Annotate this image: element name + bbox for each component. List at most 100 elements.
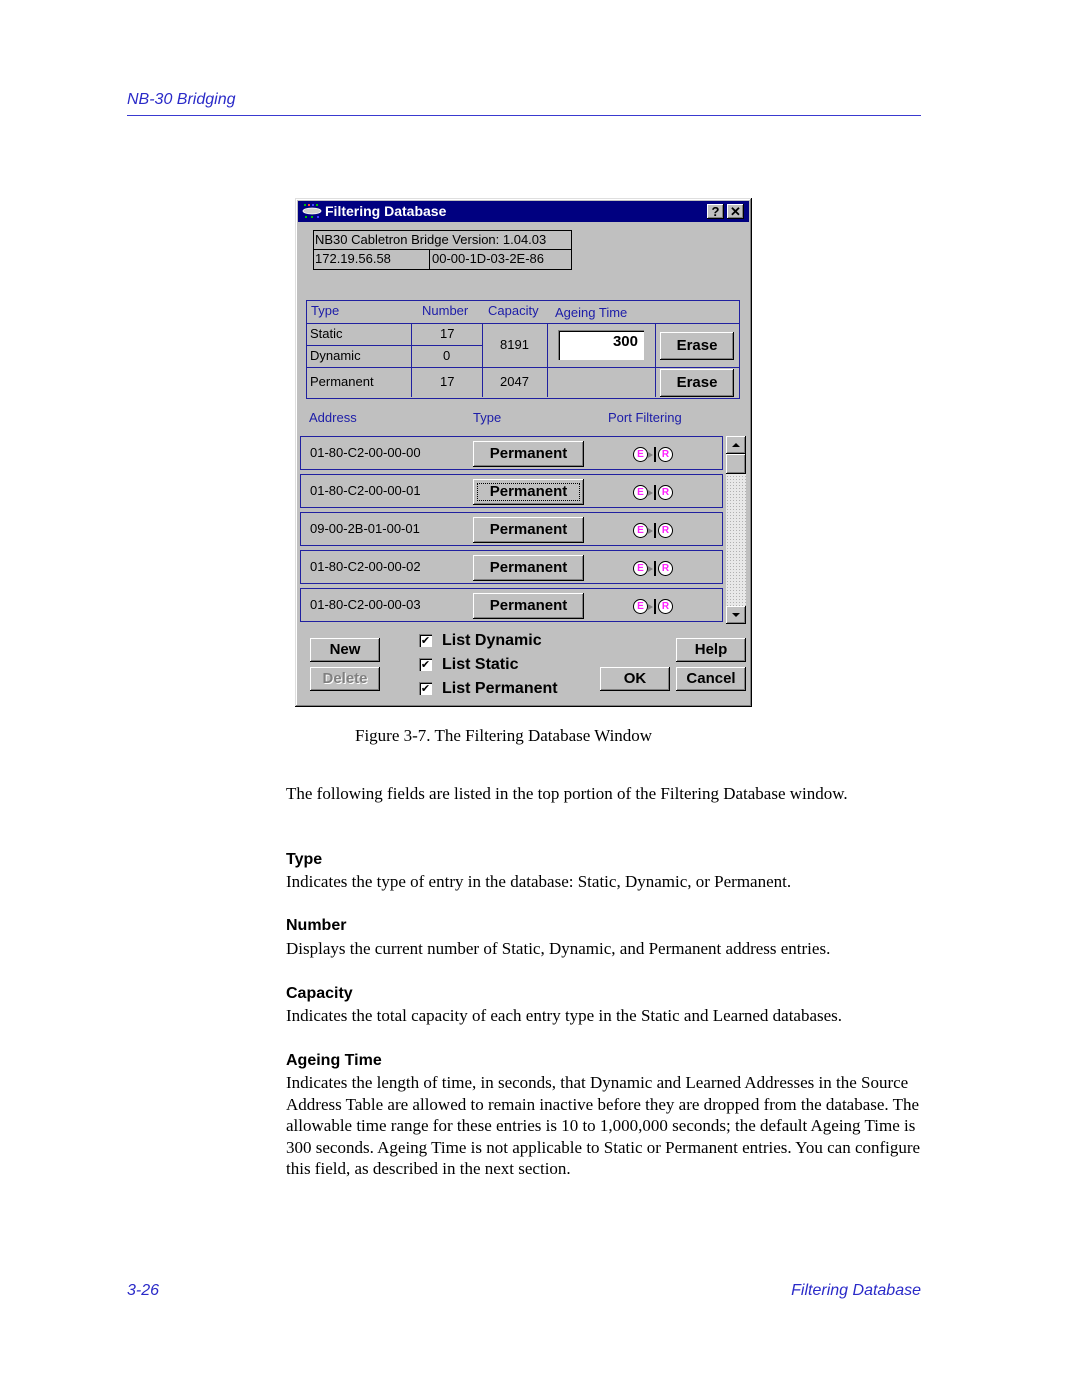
list-scrollbar[interactable] <box>726 436 746 624</box>
arrow-right-icon <box>648 528 653 534</box>
intro-paragraph: The following fields are listed in the t… <box>286 784 848 803</box>
list-item[interactable]: 09-00-2B-01-00-01 Permanent E R <box>300 512 723 546</box>
separator-bar <box>654 485 656 500</box>
term-capacity: Capacity <box>286 985 353 1002</box>
close-icon: ✕ <box>730 204 741 219</box>
port-r-icon: R <box>658 599 673 614</box>
arrow-up-icon <box>732 443 740 447</box>
type-permanent: Permanent <box>310 374 374 389</box>
list-static-label[interactable]: List Static <box>442 656 518 674</box>
entry-address: 09-00-2B-01-00-01 <box>310 521 420 536</box>
desc-ageing-time: Indicates the length of time, in seconds… <box>286 1073 921 1178</box>
grid-line <box>655 323 656 397</box>
erase-dynamic-button[interactable]: Erase <box>660 332 734 360</box>
entry-address: 01-80-C2-00-00-01 <box>310 483 421 498</box>
list-item[interactable]: 01-80-C2-00-00-03 Permanent E R <box>300 588 723 622</box>
separator-bar <box>654 447 656 462</box>
type-static: Static <box>310 326 343 341</box>
capacity-permanent: 2047 <box>500 374 529 389</box>
grid-line <box>547 323 548 397</box>
title-bar: Filtering Database ? ✕ <box>298 201 749 222</box>
scroll-thumb[interactable] <box>726 454 746 474</box>
divider <box>314 249 571 250</box>
entry-address: 01-80-C2-00-00-02 <box>310 559 421 574</box>
ageing-time-input[interactable]: 300 <box>558 330 644 360</box>
header-type: Type <box>311 303 340 318</box>
port-r-icon: R <box>658 485 673 500</box>
delete-button: Delete <box>310 667 380 691</box>
page-number: 3-26 <box>127 1282 160 1299</box>
port-filtering-indicator[interactable]: E R <box>633 523 677 539</box>
separator-bar <box>654 561 656 576</box>
window-title: Filtering Database <box>325 203 447 219</box>
capacity-learned: 8191 <box>500 337 529 352</box>
port-filtering-indicator[interactable]: E R <box>633 561 677 577</box>
list-dynamic-label[interactable]: List Dynamic <box>442 632 542 650</box>
arrow-right-icon <box>648 566 653 572</box>
port-filtering-indicator[interactable]: E R <box>633 447 677 463</box>
port-e-icon: E <box>633 523 648 538</box>
cancel-button[interactable]: Cancel <box>676 667 746 691</box>
list-static-checkbox[interactable]: ✔ <box>419 658 432 671</box>
port-e-icon: E <box>633 447 648 462</box>
port-e-icon: E <box>633 561 648 576</box>
entry-address: 01-80-C2-00-00-03 <box>310 597 421 612</box>
term-type: Type <box>286 851 323 868</box>
list-permanent-checkbox[interactable]: ✔ <box>419 682 432 695</box>
port-filtering-indicator[interactable]: E R <box>633 599 677 615</box>
desc-type: Indicates the type of entry in the datab… <box>286 872 792 891</box>
list-dynamic-checkbox[interactable]: ✔ <box>419 634 432 647</box>
port-filtering-indicator[interactable]: E R <box>633 485 677 501</box>
port-r-icon: R <box>658 523 673 538</box>
entry-address: 01-80-C2-00-00-00 <box>310 445 421 460</box>
desc-number: Displays the current number of Static, D… <box>286 939 831 958</box>
header-port-filtering: Port Filtering <box>608 410 682 425</box>
erase-permanent-button[interactable]: Erase <box>660 369 734 397</box>
bridge-app-icon <box>302 204 322 218</box>
header-capacity: Capacity <box>488 303 539 318</box>
new-button[interactable]: New <box>310 638 380 662</box>
header-list-type: Type <box>473 410 502 425</box>
port-e-icon: E <box>633 485 648 500</box>
grid-line <box>482 323 483 397</box>
arrow-right-icon <box>648 490 653 496</box>
mac-address: 00-00-1D-03-2E-86 <box>432 251 545 266</box>
help-button[interactable]: Help <box>676 638 746 662</box>
arrow-down-icon <box>732 613 740 617</box>
type-dynamic: Dynamic <box>310 348 361 363</box>
ok-button[interactable]: OK <box>600 667 670 691</box>
header-ageing-time: Ageing Time <box>555 305 628 320</box>
separator-bar <box>654 599 656 614</box>
footer-section-title: Filtering Database <box>791 1282 921 1299</box>
entry-type-button[interactable]: Permanent <box>473 593 584 619</box>
list-item[interactable]: 01-80-C2-00-00-02 Permanent E R <box>300 550 723 584</box>
close-button[interactable]: ✕ <box>727 204 744 219</box>
entry-type-button[interactable]: Permanent <box>473 517 584 543</box>
scroll-up-button[interactable] <box>726 436 746 454</box>
header-rule <box>127 115 921 116</box>
scroll-down-button[interactable] <box>726 606 746 624</box>
list-item[interactable]: 01-80-C2-00-00-00 Permanent E R <box>300 436 723 470</box>
entry-type-button[interactable]: Permanent <box>473 441 584 467</box>
separator-bar <box>654 523 656 538</box>
port-e-icon: E <box>633 599 648 614</box>
entry-type-button[interactable]: Permanent <box>473 555 584 581</box>
figure-caption: Figure 3-7. The Filtering Database Windo… <box>355 726 653 745</box>
number-permanent: 17 <box>440 374 455 389</box>
number-dynamic: 0 <box>443 348 451 363</box>
ip-address: 172.19.56.58 <box>315 251 391 266</box>
term-ageing-time: Ageing Time <box>286 1052 382 1069</box>
header-number: Number <box>422 303 469 318</box>
grid-line <box>411 323 412 397</box>
grid-line <box>306 345 483 346</box>
entry-type-button[interactable]: Permanent <box>473 479 584 505</box>
port-r-icon: R <box>658 447 673 462</box>
desc-capacity: Indicates the total capacity of each ent… <box>286 1006 843 1025</box>
grid-line <box>306 367 739 368</box>
header-address: Address <box>309 410 357 425</box>
list-item[interactable]: 01-80-C2-00-00-01 Permanent E R <box>300 474 723 508</box>
list-permanent-label[interactable]: List Permanent <box>442 680 558 698</box>
grid-line <box>306 323 739 324</box>
help-title-button[interactable]: ? <box>707 204 724 219</box>
version-text: NB30 Cabletron Bridge Version: 1.04.03 <box>315 232 547 247</box>
